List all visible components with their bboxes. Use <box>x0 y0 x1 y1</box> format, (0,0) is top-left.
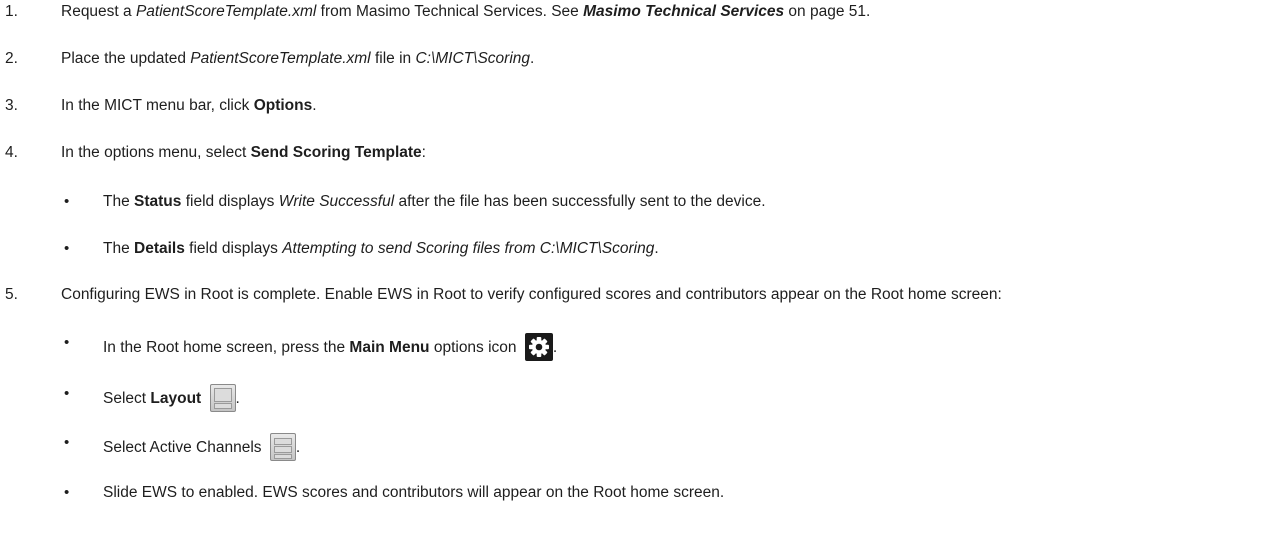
active-channels-icon <box>269 433 296 461</box>
step-number: 5. <box>5 286 18 303</box>
bullet-text: In the Root home screen, press the Main … <box>103 333 557 361</box>
step-number: 1. <box>5 3 18 20</box>
step-number: 2. <box>5 50 18 67</box>
bullet-marker: • <box>64 434 70 451</box>
step-number: 4. <box>5 144 18 161</box>
bullet-text: Slide EWS to enabled. EWS scores and con… <box>103 484 725 501</box>
bullet-text: The Details field displays Attempting to… <box>103 240 659 257</box>
bullet-marker: • <box>64 334 70 351</box>
bullet-text: Select Active Channels . <box>103 433 300 461</box>
bullet-marker: • <box>64 385 70 402</box>
layout-icon <box>209 384 236 412</box>
step-text: Place the updated PatientScoreTemplate.x… <box>61 50 535 67</box>
gear-icon <box>524 333 553 361</box>
step-number: 3. <box>5 97 18 114</box>
bullet-text: The Status field displays Write Successf… <box>103 193 766 210</box>
bullet-marker: • <box>64 240 70 257</box>
bullet-text: Select Layout . <box>103 384 240 412</box>
step-text: Request a PatientScoreTemplate.xml from … <box>61 3 871 20</box>
bullet-marker: • <box>64 484 70 501</box>
document-page: 1. Request a PatientScoreTemplate.xml fr… <box>0 0 1262 543</box>
cross-reference-link[interactable]: Masimo Technical Services <box>583 3 784 20</box>
bullet-marker: • <box>64 193 70 210</box>
step-text: In the options menu, select Send Scoring… <box>61 144 426 161</box>
step-text: Configuring EWS in Root is complete. Ena… <box>61 286 1002 303</box>
step-text: In the MICT menu bar, click Options. <box>61 97 317 114</box>
